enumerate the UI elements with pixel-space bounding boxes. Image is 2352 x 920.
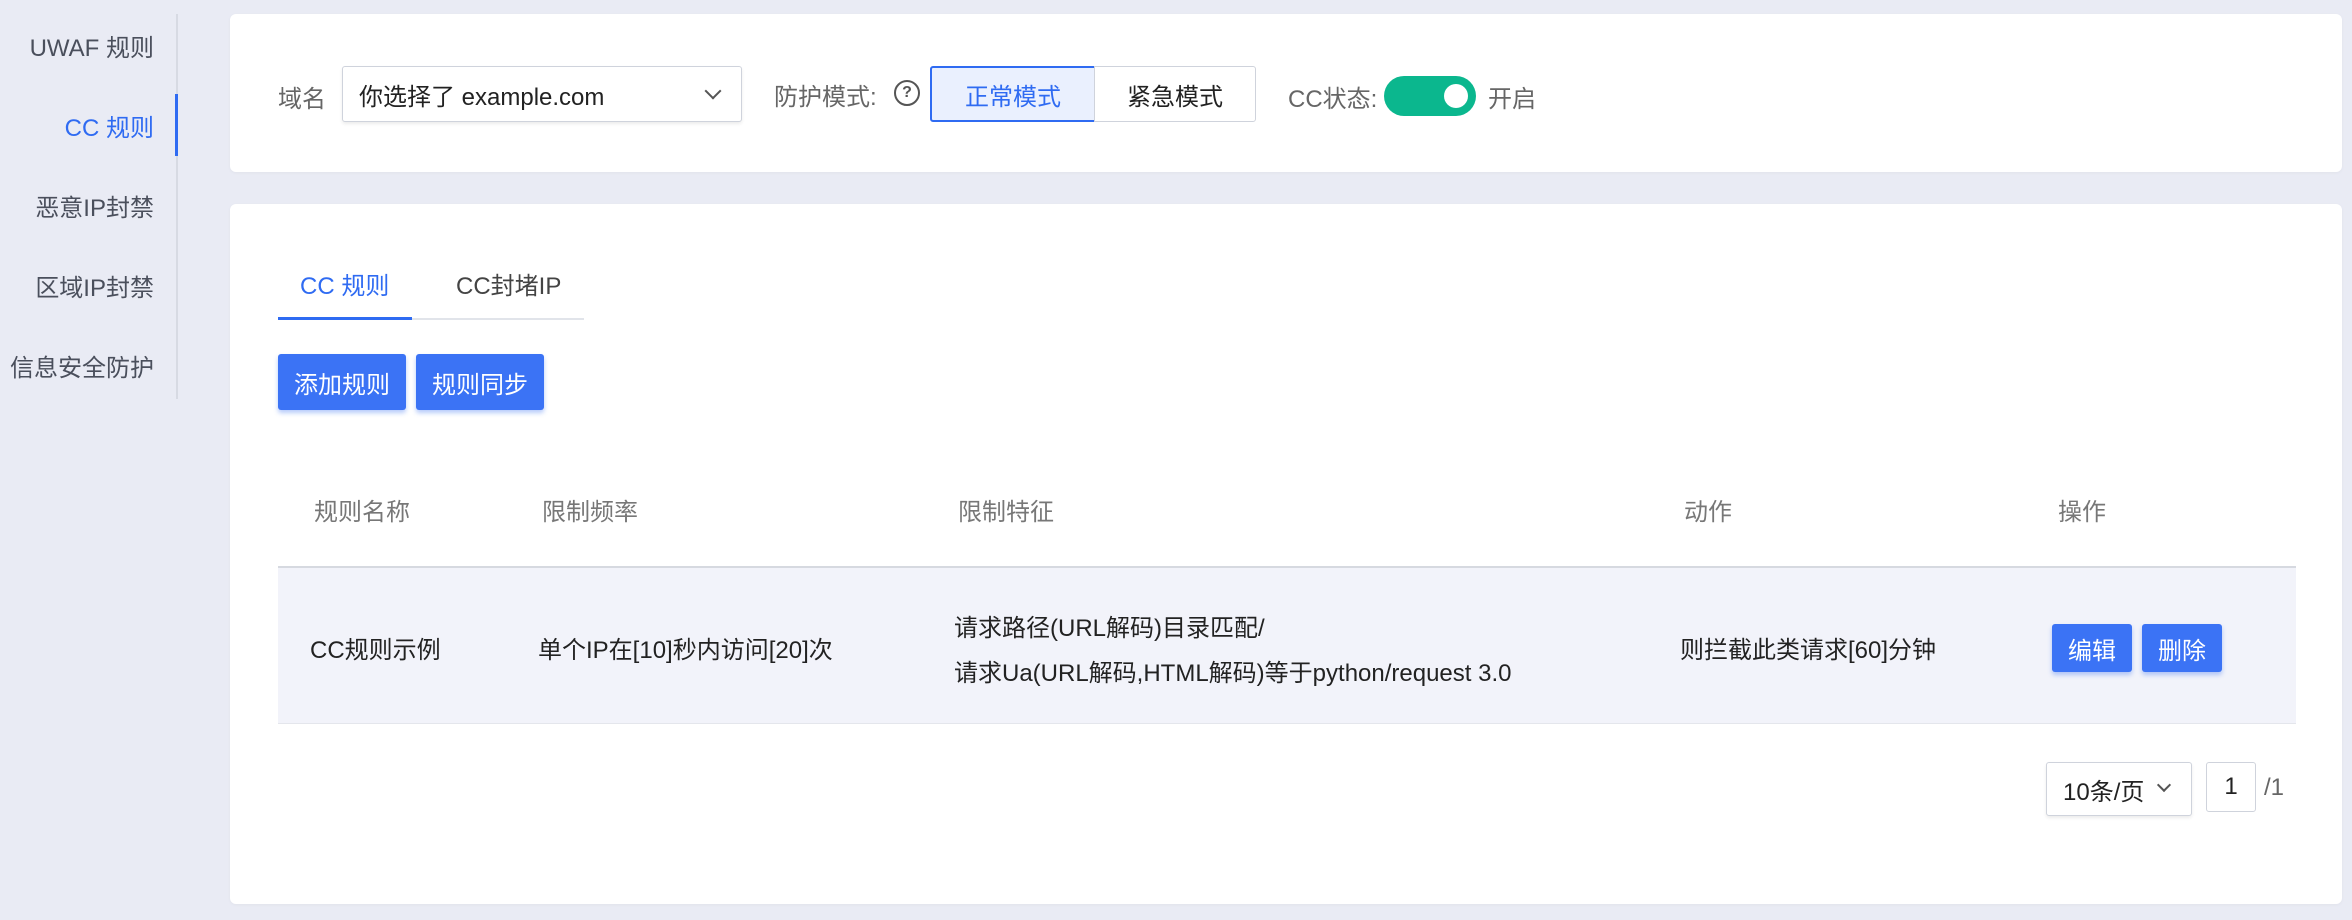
tab-bar: CC 规则 CC封堵IP bbox=[278, 260, 584, 320]
tab-active-indicator bbox=[278, 317, 412, 320]
mode-urgent-button[interactable]: 紧急模式 bbox=[1094, 66, 1256, 122]
column-header-operations: 操作 bbox=[2058, 499, 2106, 526]
delete-button[interactable]: 删除 bbox=[2142, 624, 2222, 672]
column-header-rule-name: 规则名称 bbox=[314, 499, 410, 526]
sidebar-item-label: 区域IP封禁 bbox=[35, 274, 154, 302]
protection-mode-label: 防护模式: bbox=[774, 84, 877, 111]
cc-status-text: 开启 bbox=[1488, 86, 1536, 113]
page-total: /1 bbox=[2264, 774, 2285, 801]
sync-rules-button[interactable]: 规则同步 bbox=[416, 354, 544, 410]
rules-card: CC 规则 CC封堵IP 添加规则 规则同步 规则名称 限制频率 限制特征 动作… bbox=[230, 204, 2342, 904]
mode-normal-button[interactable]: 正常模式 bbox=[930, 66, 1096, 122]
page-size-select[interactable]: 10条/页 bbox=[2046, 762, 2192, 816]
edit-button[interactable]: 编辑 bbox=[2052, 624, 2132, 672]
toggle-knob bbox=[1444, 84, 1468, 108]
page-number-input[interactable] bbox=[2206, 762, 2256, 812]
add-rule-button[interactable]: 添加规则 bbox=[278, 354, 406, 410]
column-header-action: 动作 bbox=[1684, 499, 1732, 526]
page-size-value: 10条/页 bbox=[2063, 778, 2145, 806]
column-header-rate: 限制频率 bbox=[542, 499, 638, 526]
domain-select-value: 你选择了 example.com bbox=[359, 83, 605, 111]
sidebar-item-region-ip-block[interactable]: 区域IP封禁 bbox=[0, 254, 176, 316]
sidebar-item-info-security[interactable]: 信息安全防护 bbox=[0, 334, 176, 396]
column-header-feature: 限制特征 bbox=[958, 499, 1054, 526]
chevron-down-icon bbox=[704, 82, 722, 100]
chevron-down-icon bbox=[2156, 777, 2172, 793]
sidebar-item-uwaf-rules[interactable]: UWAF 规则 bbox=[0, 14, 176, 76]
sidebar-item-label: UWAF 规则 bbox=[29, 34, 154, 62]
filter-card: 域名 你选择了 example.com 防护模式: ? 正常模式 紧急模式 CC… bbox=[230, 14, 2342, 172]
cell-feature-line-2: 请求Ua(URL解码,HTML解码)等于python/request 3.0 bbox=[954, 660, 1512, 687]
sidebar-item-label: 恶意IP封禁 bbox=[35, 194, 154, 222]
cell-action: 则拦截此类请求[60]分钟 bbox=[1680, 637, 1937, 664]
cell-rule-name: CC规则示例 bbox=[310, 637, 441, 664]
cell-feature-line-1: 请求路径(URL解码)目录匹配/ bbox=[954, 615, 1265, 642]
sidebar-item-label: CC 规则 bbox=[64, 114, 154, 142]
sidebar-item-cc-rules[interactable]: CC 规则 bbox=[0, 94, 178, 156]
cc-status-label: CC状态: bbox=[1288, 86, 1378, 113]
tab-cc-blocked-ip[interactable]: CC封堵IP bbox=[456, 266, 561, 301]
cc-status-toggle[interactable] bbox=[1384, 76, 1476, 116]
sidebar-item-malicious-ip-block[interactable]: 恶意IP封禁 bbox=[0, 174, 176, 236]
cell-rate: 单个IP在[10]秒内访问[20]次 bbox=[538, 637, 833, 664]
tab-cc-rules[interactable]: CC 规则 bbox=[300, 266, 389, 301]
domain-label: 域名 bbox=[278, 86, 326, 113]
sidebar-item-label: 信息安全防护 bbox=[10, 354, 154, 382]
table-row: CC规则示例 单个IP在[10]秒内访问[20]次 请求路径(URL解码)目录匹… bbox=[278, 568, 2296, 724]
domain-select[interactable]: 你选择了 example.com bbox=[342, 66, 742, 122]
sidebar-nav: UWAF 规则 CC 规则 恶意IP封禁 区域IP封禁 信息安全防护 bbox=[0, 14, 178, 399]
help-icon[interactable]: ? bbox=[894, 80, 920, 106]
